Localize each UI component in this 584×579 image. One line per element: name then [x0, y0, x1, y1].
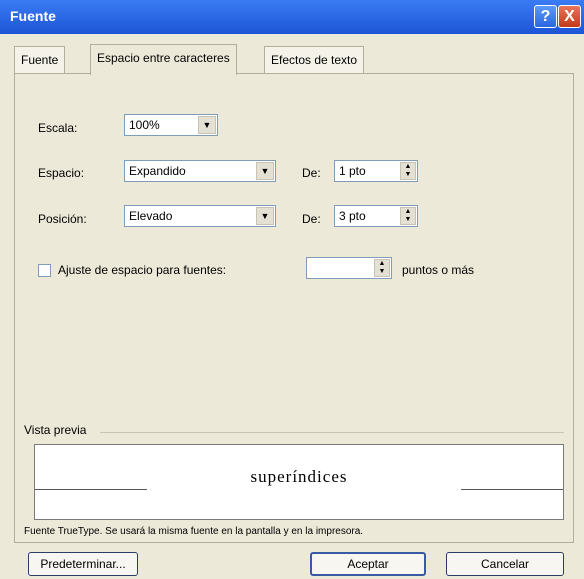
preview-sample: superíndices — [250, 467, 348, 486]
espacio-de-label: De: — [302, 166, 321, 180]
espacio-label: Espacio: — [38, 166, 85, 180]
espacio-select[interactable]: Expandido ▼ — [124, 160, 276, 182]
escala-label: Escala: — [38, 121, 78, 135]
cancel-button[interactable]: Cancelar — [446, 552, 564, 576]
escala-value: 100% — [129, 118, 160, 132]
posicion-de-value: 3 pto — [339, 209, 366, 223]
chevron-down-icon[interactable]: ▼ — [256, 162, 274, 180]
close-button[interactable]: X — [558, 5, 581, 28]
kerning-label: Ajuste de espacio para fuentes: — [58, 263, 227, 277]
kerning-suffix: puntos o más — [402, 263, 475, 277]
kerning-checkbox[interactable] — [38, 264, 51, 277]
font-dialog: Fuente ? X Fuente Espacio entre caracter… — [0, 0, 584, 579]
posicion-de-label: De: — [302, 212, 321, 226]
title-bar[interactable]: Fuente ? X — [0, 0, 584, 34]
chevron-down-icon[interactable]: ▼ — [198, 116, 216, 134]
espacio-de-stepper[interactable]: 1 pto ▲ ▼ — [334, 160, 418, 182]
preview-baseline-right — [461, 489, 563, 490]
tab-efectos-de-texto[interactable]: Efectos de texto — [264, 46, 365, 74]
espacio-de-value: 1 pto — [339, 164, 366, 178]
posicion-label: Posición: — [38, 212, 87, 226]
spin-arrows-icon[interactable]: ▲ ▼ — [400, 162, 416, 180]
preview-label: Vista previa — [24, 423, 87, 437]
kerning-stepper[interactable]: ▲ ▼ — [306, 257, 392, 279]
default-button[interactable]: Predeterminar... — [28, 552, 138, 576]
posicion-select[interactable]: Elevado ▼ — [124, 205, 276, 227]
help-button[interactable]: ? — [534, 5, 557, 28]
ok-button[interactable]: Aceptar — [310, 552, 426, 576]
tab-espacio-entre-caracteres[interactable]: Espacio entre caracteres — [90, 44, 237, 75]
spin-arrows-icon[interactable]: ▲ ▼ — [400, 207, 416, 225]
espacio-value: Expandido — [129, 164, 186, 178]
escala-select[interactable]: 100% ▼ — [124, 114, 218, 136]
tab-strip: Fuente Espacio entre caracteres Efectos … — [14, 44, 574, 75]
preview-box: superíndices — [34, 444, 564, 520]
chevron-down-icon[interactable]: ▼ — [256, 207, 274, 225]
spin-arrows-icon[interactable]: ▲ ▼ — [374, 259, 390, 277]
preview-baseline-left — [35, 489, 147, 490]
preview-divider — [100, 432, 564, 433]
tab-fuente[interactable]: Fuente — [14, 46, 66, 74]
posicion-value: Elevado — [129, 209, 173, 223]
preview-footnote: Fuente TrueType. Se usará la misma fuent… — [24, 526, 364, 537]
posicion-de-stepper[interactable]: 3 pto ▲ ▼ — [334, 205, 418, 227]
window-title: Fuente — [10, 8, 56, 24]
